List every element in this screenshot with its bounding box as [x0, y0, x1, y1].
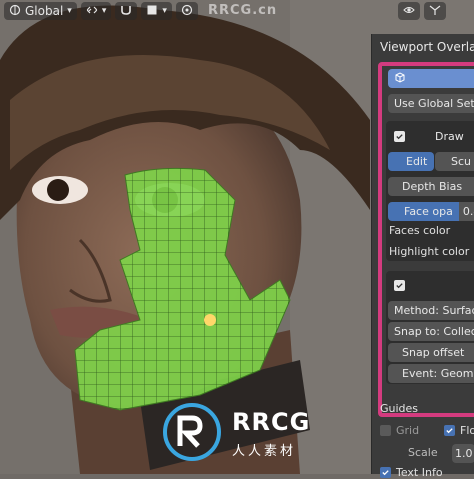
floor-option[interactable]: Flo [444, 424, 474, 437]
gizmo-icon [429, 4, 441, 19]
scale-field[interactable]: 1.0 [452, 444, 474, 463]
transform-orientation-label: Global [25, 4, 64, 18]
grid-label: Grid [396, 424, 420, 437]
panel-title: Viewport Overlays [380, 40, 474, 54]
viewport[interactable]: Global ▾ ▾ ▾ RRCG.cn Viewport Overla Use… [0, 0, 474, 479]
magnet-icon [120, 4, 132, 19]
scale-value: 1.0 [455, 447, 473, 460]
floor-checkbox[interactable] [444, 425, 455, 436]
viewport-overlays-panel: Viewport Overlays Use Global Setti Draw … [371, 34, 474, 479]
brand-logo-subtext: 人人素材 [232, 444, 297, 459]
proportional-icon [181, 4, 193, 19]
highlight-frame [378, 62, 474, 417]
square-icon [146, 4, 158, 19]
link-icon [86, 4, 98, 19]
orientation-icon [9, 4, 21, 19]
text-info-label: Text Info [396, 466, 443, 479]
transform-orientation-dropdown[interactable]: Global ▾ [4, 2, 77, 20]
brand-logo-text: RRCG [232, 408, 311, 436]
pivot-point-dropdown[interactable]: ▾ [80, 2, 112, 20]
overlay-visibility-toggle[interactable] [398, 2, 420, 20]
gizmo-toggle[interactable] [424, 2, 446, 20]
chevron-down-icon: ▾ [101, 6, 107, 16]
chevron-down-icon: ▾ [162, 6, 167, 16]
watermark-text: RRCG.cn [208, 3, 278, 18]
eye-icon [403, 4, 415, 19]
floor-label: Flo [460, 424, 474, 437]
text-info-checkbox[interactable] [380, 467, 391, 478]
chevron-down-icon: ▾ [67, 6, 72, 16]
grid-option[interactable]: Grid [380, 424, 419, 437]
proportional-editing-toggle[interactable] [175, 2, 198, 20]
guides-section-title: Guides [380, 402, 419, 415]
text-info-option[interactable]: Text Info [380, 466, 443, 479]
snap-target-dropdown[interactable]: ▾ [141, 2, 172, 20]
grid-checkbox[interactable] [380, 425, 391, 436]
rrcg-logo-icon [163, 403, 221, 461]
snapping-toggle[interactable] [115, 2, 138, 20]
scale-label: Scale [408, 446, 438, 459]
